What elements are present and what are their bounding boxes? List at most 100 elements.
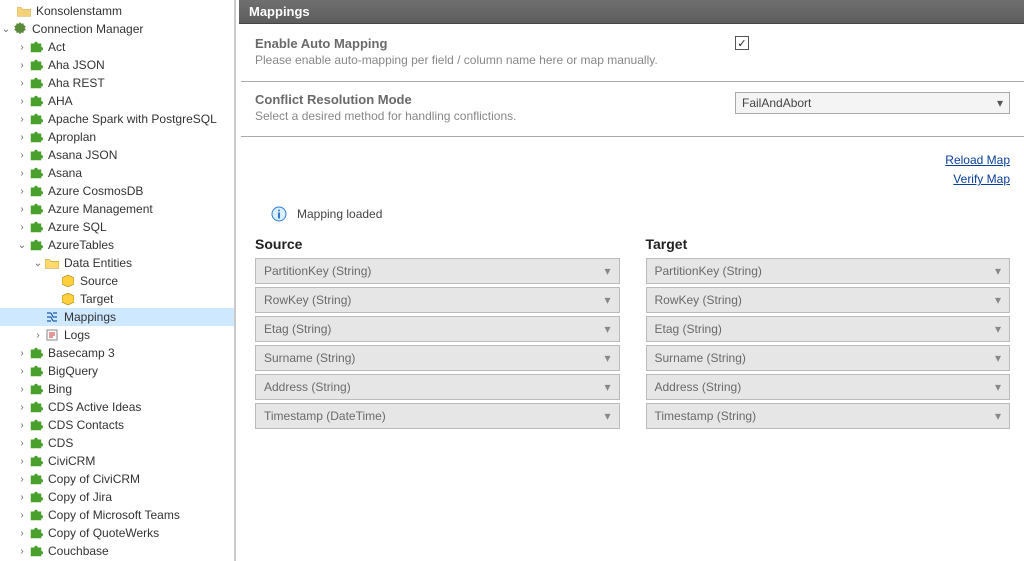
chevron-right-icon[interactable]: ›: [16, 77, 28, 89]
navigation-tree[interactable]: Konsolenstamm ⌄ Connection Manager ›Act›…: [0, 0, 235, 561]
chevron-right-icon[interactable]: ›: [16, 185, 28, 197]
auto-mapping-checkbox[interactable]: ✓: [735, 36, 749, 50]
tree-source[interactable]: Source: [0, 272, 234, 290]
chevron-right-icon[interactable]: ›: [16, 383, 28, 395]
tree-node[interactable]: ›Basecamp 3: [0, 344, 234, 362]
puzzle-icon: [28, 381, 44, 397]
chevron-right-icon[interactable]: ›: [16, 131, 28, 143]
chevron-right-icon[interactable]: ›: [16, 41, 28, 53]
chevron-right-icon[interactable]: ›: [16, 167, 28, 179]
conflict-mode-select[interactable]: FailAndAbort ▾: [735, 92, 1010, 114]
field-value: PartitionKey (String): [655, 264, 762, 278]
tree-node[interactable]: ›Aha JSON: [0, 56, 234, 74]
chevron-right-icon[interactable]: ›: [16, 473, 28, 485]
chevron-right-icon[interactable]: ›: [16, 509, 28, 521]
tree-node[interactable]: ›Aproplan: [0, 128, 234, 146]
puzzle-icon: [28, 399, 44, 415]
mapping-field-select[interactable]: Address (String)▾: [646, 374, 1011, 400]
chevron-down-icon: ▾: [995, 293, 1001, 307]
field-value: Address (String): [655, 380, 742, 394]
chevron-right-icon[interactable]: ›: [16, 527, 28, 539]
puzzle-icon: [28, 39, 44, 55]
tree-node[interactable]: ›Azure CosmosDB: [0, 182, 234, 200]
mapping-field-select[interactable]: Etag (String)▾: [255, 316, 620, 342]
tree-node[interactable]: › Bing: [0, 380, 234, 398]
node-label: Copy of Microsoft Teams: [44, 508, 180, 522]
chevron-right-icon[interactable]: ›: [16, 149, 28, 161]
chevron-right-icon[interactable]: ›: [16, 455, 28, 467]
chevron-down-icon[interactable]: ⌄: [0, 23, 12, 35]
tree-node[interactable]: ›Act: [0, 38, 234, 56]
tree-node[interactable]: ›Azure Management: [0, 200, 234, 218]
puzzle-icon: [28, 435, 44, 451]
tree-node[interactable]: ›Copy of QuoteWerks: [0, 524, 234, 542]
conflict-mode-title: Conflict Resolution Mode: [255, 92, 735, 107]
chevron-right-icon[interactable]: ›: [16, 419, 28, 431]
mapping-field-select[interactable]: Timestamp (String)▾: [646, 403, 1011, 429]
tree-node[interactable]: ›CDS: [0, 434, 234, 452]
chevron-right-icon[interactable]: ›: [16, 437, 28, 449]
node-label: AHA: [44, 94, 73, 108]
tree-node[interactable]: ›Asana JSON: [0, 146, 234, 164]
chevron-right-icon[interactable]: ›: [16, 221, 28, 233]
chevron-right-icon[interactable]: ›: [16, 401, 28, 413]
tree-node[interactable]: ›Copy of Jira: [0, 488, 234, 506]
mapping-field-select[interactable]: Etag (String)▾: [646, 316, 1011, 342]
reload-map-link[interactable]: Reload Map: [241, 151, 1010, 170]
tree-node[interactable]: › CiviCRM: [0, 452, 234, 470]
node-label: Apache Spark with PostgreSQL: [44, 112, 217, 126]
chevron-right-icon[interactable]: ›: [16, 491, 28, 503]
node-label: Bing: [44, 382, 72, 396]
tree-mappings[interactable]: Mappings: [0, 308, 234, 326]
mapping-field-select[interactable]: Address (String)▾: [255, 374, 620, 400]
tree-node[interactable]: ›Azure SQL: [0, 218, 234, 236]
tree-data-entities[interactable]: ⌄ Data Entities: [0, 254, 234, 272]
tree-node[interactable]: › Copy of Microsoft Teams: [0, 506, 234, 524]
puzzle-icon: [28, 57, 44, 73]
chevron-right-icon[interactable]: ›: [16, 113, 28, 125]
puzzle-icon: [28, 147, 44, 163]
chevron-right-icon[interactable]: ›: [32, 329, 44, 341]
tree-node[interactable]: ›Asana: [0, 164, 234, 182]
chevron-down-icon: ▾: [604, 264, 610, 278]
target-column-header: Target: [646, 236, 1011, 252]
chevron-down-icon[interactable]: ⌄: [32, 257, 44, 269]
chevron-right-icon[interactable]: ›: [16, 545, 28, 557]
puzzle-icon: [28, 543, 44, 559]
tree-node[interactable]: ›BigQuery: [0, 362, 234, 380]
mapping-field-select[interactable]: RowKey (String)▾: [646, 287, 1011, 313]
chevron-right-icon[interactable]: ›: [16, 95, 28, 107]
node-label: Aha REST: [44, 76, 105, 90]
tree-target[interactable]: Target: [0, 290, 234, 308]
mapping-field-select[interactable]: PartitionKey (String)▾: [646, 258, 1011, 284]
mapping-field-select[interactable]: Timestamp (DateTime)▾: [255, 403, 620, 429]
mapping-field-select[interactable]: Surname (String)▾: [255, 345, 620, 371]
mapping-field-select[interactable]: Surname (String)▾: [646, 345, 1011, 371]
node-label: CiviCRM: [44, 454, 95, 468]
puzzle-icon: [28, 111, 44, 127]
mapping-field-select[interactable]: RowKey (String)▾: [255, 287, 620, 313]
tree-node[interactable]: ›CDS Contacts: [0, 416, 234, 434]
verify-map-link[interactable]: Verify Map: [241, 170, 1010, 189]
mapping-field-select[interactable]: PartitionKey (String)▾: [255, 258, 620, 284]
tree-logs[interactable]: › Logs: [0, 326, 234, 344]
tree-node[interactable]: ›Copy of CiviCRM: [0, 470, 234, 488]
tree-node[interactable]: › Apache Spark with PostgreSQL: [0, 110, 234, 128]
tree-root[interactable]: Konsolenstamm: [0, 2, 234, 20]
tree-node[interactable]: ›CDS Active Ideas: [0, 398, 234, 416]
tree-node-azuretables[interactable]: ⌄ AzureTables: [0, 236, 234, 254]
puzzle-icon: [28, 129, 44, 145]
chevron-right-icon[interactable]: ›: [16, 203, 28, 215]
chevron-right-icon[interactable]: ›: [16, 347, 28, 359]
tree-connection-manager[interactable]: ⌄ Connection Manager: [0, 20, 234, 38]
mappings-icon: [44, 309, 60, 325]
field-value: Surname (String): [264, 351, 355, 365]
tree-node[interactable]: › Aha REST: [0, 74, 234, 92]
tree-node[interactable]: ›Couchbase: [0, 542, 234, 560]
puzzle-icon: [28, 417, 44, 433]
chevron-down-icon[interactable]: ⌄: [16, 239, 28, 251]
chevron-right-icon[interactable]: ›: [16, 365, 28, 377]
field-value: Etag (String): [655, 322, 722, 336]
tree-node[interactable]: › AHA: [0, 92, 234, 110]
chevron-right-icon[interactable]: ›: [16, 59, 28, 71]
